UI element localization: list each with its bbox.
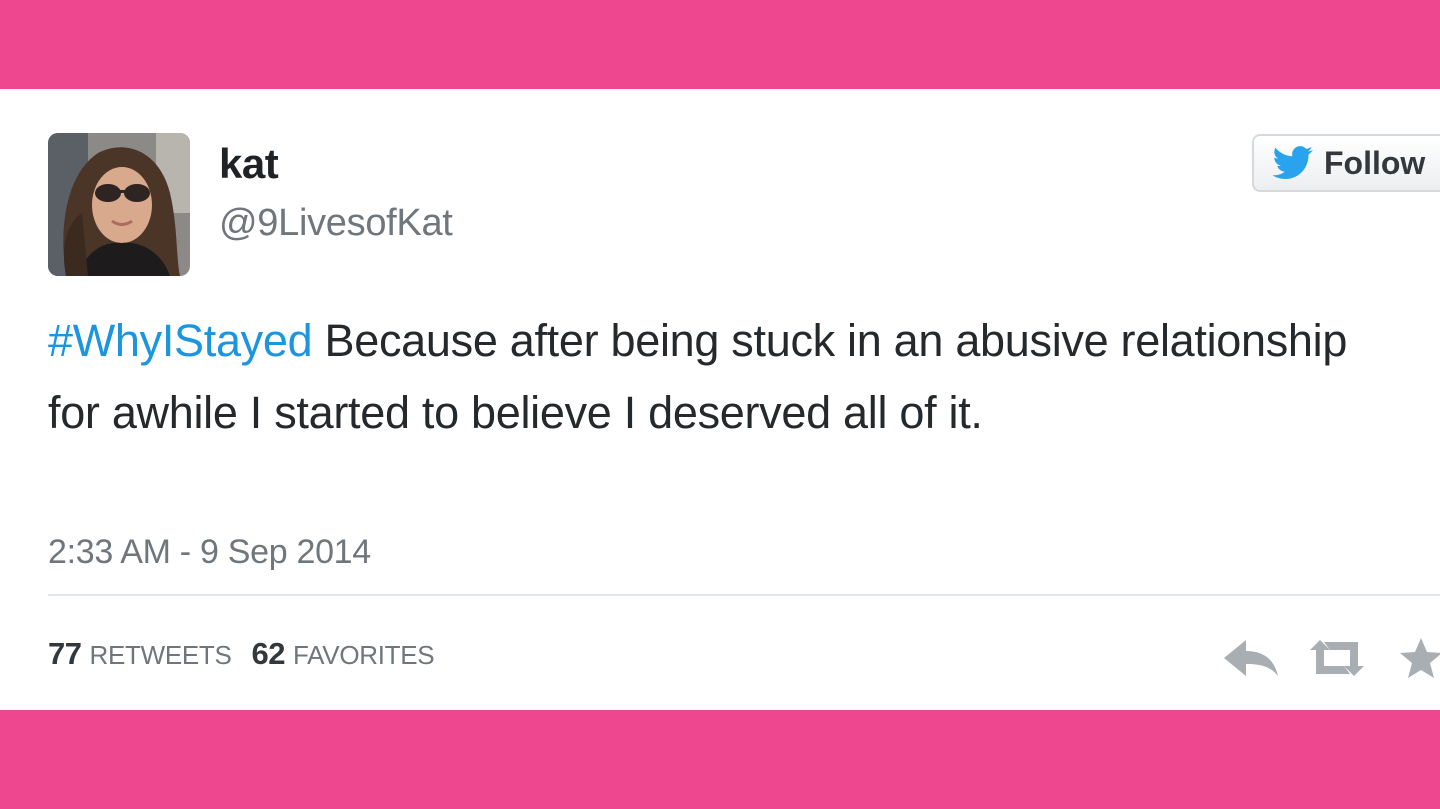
pink-frame: kat @9LivesofKat Follow #WhyIStayed Beca…: [0, 0, 1440, 809]
retweets-label[interactable]: RETWEETS: [89, 640, 231, 671]
retweets-count[interactable]: 77: [48, 636, 82, 672]
tweet-actions: [1222, 636, 1440, 680]
follow-button[interactable]: Follow: [1252, 134, 1440, 192]
favorites-count[interactable]: 62: [252, 636, 286, 672]
retweet-icon[interactable]: [1306, 636, 1368, 680]
tweet-text: #WhyIStayed Because after being stuck in…: [48, 305, 1388, 449]
divider: [48, 594, 1440, 596]
hashtag-link[interactable]: #WhyIStayed: [48, 315, 313, 366]
favorites-label[interactable]: FAVORITES: [293, 640, 435, 671]
twitter-bird-icon: [1272, 146, 1313, 179]
avatar[interactable]: [48, 133, 190, 276]
tweet-stats: 77 RETWEETS 62 FAVORITES: [48, 636, 454, 672]
avatar-image: [48, 133, 190, 276]
favorite-icon[interactable]: [1398, 636, 1440, 680]
tweet-timestamp[interactable]: 2:33 AM - 9 Sep 2014: [48, 533, 371, 572]
user-handle[interactable]: @9LivesofKat: [219, 202, 453, 245]
reply-icon[interactable]: [1222, 636, 1280, 680]
display-name[interactable]: kat: [219, 140, 279, 188]
follow-label: Follow: [1324, 144, 1426, 181]
